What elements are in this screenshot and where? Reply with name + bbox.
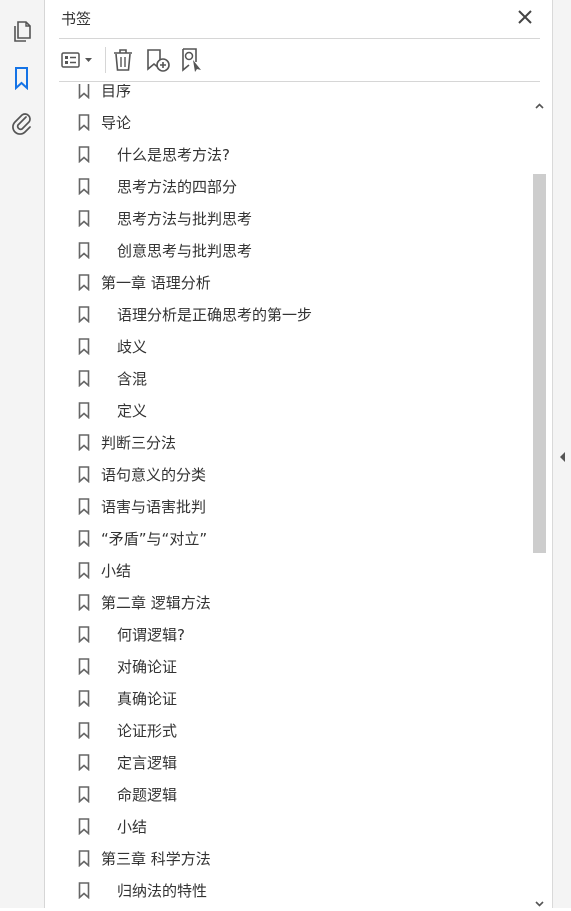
bookmark-item[interactable]: “矛盾”与“对立” [61, 522, 531, 554]
bookmark-icon [78, 626, 90, 644]
bookmark-icon [78, 84, 90, 100]
bookmark-item[interactable]: 小结 [61, 810, 531, 842]
bookmark-icon [78, 338, 90, 356]
bookmark-item[interactable]: 语害与语害批判 [61, 490, 531, 522]
bookmark-label: 导论 [101, 114, 132, 132]
bookmark-item[interactable]: 小结 [61, 554, 531, 586]
bookmark-label: 思考方法的四部分 [117, 178, 238, 196]
bookmark-label: 创意思考与批判思考 [117, 242, 253, 260]
bookmark-label: 真确论证 [117, 690, 178, 708]
bookmark-list: 目序导论什么是思考方法? 思考方法的四部分 思考方法与批判思考 创意思考与批判思考第一… [61, 84, 531, 908]
bookmark-item[interactable]: 语理分析是正确思考的第一步 [61, 298, 531, 330]
bookmark-icon [78, 370, 90, 388]
bookmark-item[interactable]: 论证形式 [61, 714, 531, 746]
attachments-icon[interactable] [11, 111, 33, 135]
bookmark-item[interactable]: 歧义 [61, 330, 531, 362]
bookmark-icon [78, 466, 90, 484]
bookmark-icon [78, 306, 90, 324]
bookmark-item[interactable]: 什么是思考方法? [61, 138, 531, 170]
bookmark-item[interactable]: 归纳法的特性 [61, 874, 531, 906]
pages-icon[interactable] [11, 19, 33, 43]
bookmark-label: 何谓逻辑? [117, 626, 185, 644]
bookmark-icon [78, 690, 90, 708]
bookmark-icon [78, 178, 90, 196]
bookmark-label: 含混 [117, 370, 148, 388]
bookmark-label: 第三章 科学方法 [101, 850, 211, 868]
bookmark-label: 语句意义的分类 [101, 466, 207, 484]
bookmark-item[interactable]: 第一章 语理分析 [61, 266, 531, 298]
scroll-thumb[interactable] [533, 174, 546, 553]
bookmarks-icon[interactable] [11, 66, 33, 90]
bookmark-label: 第一章 语理分析 [101, 274, 211, 292]
bookmark-icon [78, 882, 90, 900]
bookmark-label: 归纳法的特性 [117, 882, 208, 900]
options-menu-button[interactable] [59, 46, 99, 74]
bookmark-icon [78, 434, 90, 452]
scroll-up-icon[interactable] [535, 94, 544, 113]
bookmark-item[interactable]: 真确论证 [61, 682, 531, 714]
vertical-scrollbar[interactable] [531, 90, 547, 908]
bookmark-icon [78, 274, 90, 292]
bookmark-item[interactable]: 对确论证 [61, 650, 531, 682]
bookmark-label: 什么是思考方法? [117, 146, 230, 164]
bookmark-add-icon[interactable] [144, 46, 172, 74]
bookmark-icon [78, 594, 90, 612]
bookmark-label: “矛盾”与“对立” [101, 530, 208, 548]
bookmark-label: 小结 [117, 818, 148, 836]
toolbar-divider [105, 47, 106, 73]
bookmark-icon [78, 562, 90, 580]
bookmark-label: 歧义 [117, 338, 148, 356]
bookmark-item[interactable]: 创意思考与批判思考 [61, 234, 531, 266]
bookmark-label: 小结 [101, 562, 132, 580]
bookmark-icon [78, 210, 90, 228]
trash-icon[interactable] [111, 46, 135, 74]
bookmark-item[interactable]: 命题逻辑 [61, 778, 531, 810]
bookmark-label: 目序 [101, 84, 132, 100]
bookmarks-panel: 书签 目序 导论 什么是思考方法? 思考方法的四部分 思考方法与批判思考 创意思… [45, 0, 552, 908]
bookmark-icon [78, 402, 90, 420]
bookmark-item[interactable]: 定义 [61, 394, 531, 426]
bookmark-label: 语理分析是正确思考的第一步 [117, 306, 313, 324]
bookmark-item[interactable]: 判断三分法 [61, 426, 531, 458]
bookmark-label: 第二章 逻辑方法 [101, 594, 211, 612]
bookmark-item[interactable]: 思考方法的四部分 [61, 170, 531, 202]
bookmark-icon [78, 722, 90, 740]
bookmark-item[interactable]: 目序 [61, 84, 531, 106]
bookmark-icon [78, 146, 90, 164]
bookmark-icon [78, 786, 90, 804]
panel-title: 书签 [61, 10, 92, 28]
bookmark-label: 语害与语害批判 [101, 498, 207, 516]
bookmark-item[interactable]: 思考方法与批判思考 [61, 202, 531, 234]
bookmark-item[interactable]: 导论 [61, 106, 531, 138]
bookmark-label: 对确论证 [117, 658, 178, 676]
bookmark-icon [78, 754, 90, 772]
scroll-down-icon[interactable] [535, 892, 544, 911]
bookmark-icon [78, 818, 90, 836]
bookmark-label: 定义 [117, 402, 148, 420]
bookmark-item[interactable]: 含混 [61, 362, 531, 394]
bookmark-label: 定言逻辑 [117, 754, 178, 772]
bookmark-icon [78, 850, 90, 868]
collapse-panel-icon[interactable] [559, 448, 566, 467]
bookmark-item[interactable]: 第二章 逻辑方法 [61, 586, 531, 618]
left-navigation-rail [0, 0, 45, 908]
toolbar-divider-bottom [59, 81, 540, 82]
close-icon[interactable] [517, 9, 533, 25]
bookmark-search-icon[interactable] [179, 46, 207, 74]
bookmark-icon [78, 242, 90, 260]
bookmark-icon [78, 658, 90, 676]
bookmark-icon [78, 530, 90, 548]
bookmark-icon [78, 114, 90, 132]
bookmark-item[interactable]: 定言逻辑 [61, 746, 531, 778]
bookmark-item[interactable]: 第三章 科学方法 [61, 842, 531, 874]
bookmark-label: 论证形式 [117, 722, 178, 740]
bookmark-item[interactable]: 何谓逻辑? [61, 618, 531, 650]
bookmark-label: 命题逻辑 [117, 786, 178, 804]
bookmark-icon [78, 498, 90, 516]
bookmark-label: 判断三分法 [101, 434, 177, 452]
bookmark-item[interactable]: 语句意义的分类 [61, 458, 531, 490]
right-collapse-rail [552, 0, 571, 908]
header-divider [59, 38, 540, 39]
bookmark-label: 思考方法与批判思考 [117, 210, 253, 228]
